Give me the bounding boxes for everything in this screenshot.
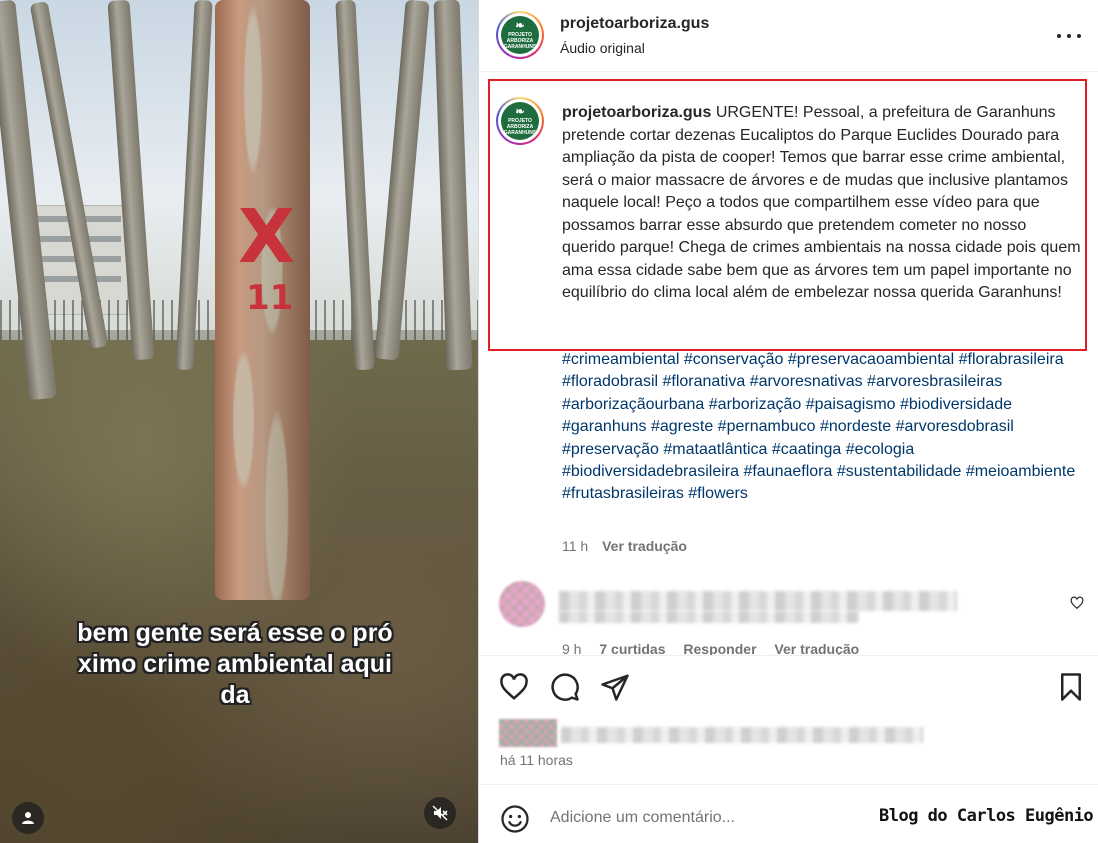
liked-by-avatars-blurred[interactable] <box>499 719 557 747</box>
blog-watermark: Blog do Carlos Eugênio <box>879 806 1094 826</box>
tagged-users-button[interactable] <box>12 802 44 834</box>
share-send-icon[interactable] <box>600 672 630 702</box>
divider <box>479 655 1098 656</box>
caption-meta: 11 h Ver tradução <box>562 538 687 554</box>
arboriza-logo: ❧ PROJETO ARBORIZA GARANHUNS <box>501 16 539 54</box>
video-subtitle-line: da <box>220 681 250 709</box>
emoji-icon[interactable] <box>500 804 530 834</box>
muted-speaker-icon <box>432 805 448 821</box>
blurred-comment-text <box>559 591 957 611</box>
comment-time: 9 h <box>562 641 582 655</box>
divider <box>479 784 1098 785</box>
comment-likes[interactable]: 7 curtidas <box>599 641 665 655</box>
tree-mark-x: X <box>238 194 296 280</box>
caption-avatar[interactable]: ❧ PROJETO ARBORIZA GARANHUNS <box>496 97 544 145</box>
save-bookmark-icon[interactable] <box>1056 672 1086 702</box>
caption-time: 11 h <box>562 538 589 554</box>
reel-video[interactable]: X 11 bem gente será esse o pró ximo crim… <box>0 0 478 843</box>
user-icon <box>22 812 34 824</box>
account-username[interactable]: projetoarboriza.gus <box>560 15 709 33</box>
more-options-icon[interactable] <box>1057 26 1081 46</box>
tree-mark-number: 11 <box>246 278 294 318</box>
caption-username[interactable]: projetoarboriza.gus <box>562 104 711 121</box>
post-header: ❧ PROJETO ARBORIZA GARANHUNS projetoarbo… <box>479 0 1098 72</box>
leaf-icon: ❧ <box>515 105 525 118</box>
comment-like-heart-icon[interactable] <box>1070 596 1084 610</box>
blurred-comment-text <box>559 611 859 623</box>
video-subtitle-line: ximo crime ambiental aqui <box>78 650 392 678</box>
caption-hashtags[interactable]: #crimeambiental #conservação #preservaca… <box>562 349 1082 506</box>
see-translation-link[interactable]: Ver tradução <box>602 538 687 554</box>
video-subtitle-line: bem gente será esse o pró <box>77 619 393 647</box>
reply-link[interactable]: Responder <box>683 641 756 655</box>
audio-label[interactable]: Áudio original <box>560 40 645 56</box>
comment-translate-link[interactable]: Ver tradução <box>774 641 859 655</box>
commenter-avatar-blurred[interactable] <box>499 581 545 627</box>
post-panel: ❧ PROJETO ARBORIZA GARANHUNS projetoarbo… <box>478 0 1098 843</box>
post-time-ago: há 11 horas <box>500 752 573 768</box>
like-heart-icon[interactable] <box>499 672 529 702</box>
comment-meta: 9 h 7 curtidas Responder Ver tradução <box>562 641 873 655</box>
blurred-liked-by-text <box>561 727 923 743</box>
add-comment-input[interactable]: Adicione um comentário... <box>550 809 735 827</box>
post-caption: projetoarboriza.gus URGENTE! Pessoal, a … <box>562 102 1082 305</box>
leaf-icon: ❧ <box>515 19 525 32</box>
account-avatar[interactable]: ❧ PROJETO ARBORIZA GARANHUNS <box>496 11 544 59</box>
comment-bubble-icon[interactable] <box>550 672 580 702</box>
video-subtitle: bem gente será esse o pró ximo crime amb… <box>20 618 450 711</box>
mute-toggle-button[interactable] <box>424 797 456 829</box>
caption-text: URGENTE! Pessoal, a prefeitura de Garanh… <box>562 104 1081 301</box>
arboriza-logo: ❧ PROJETO ARBORIZA GARANHUNS <box>501 102 539 140</box>
